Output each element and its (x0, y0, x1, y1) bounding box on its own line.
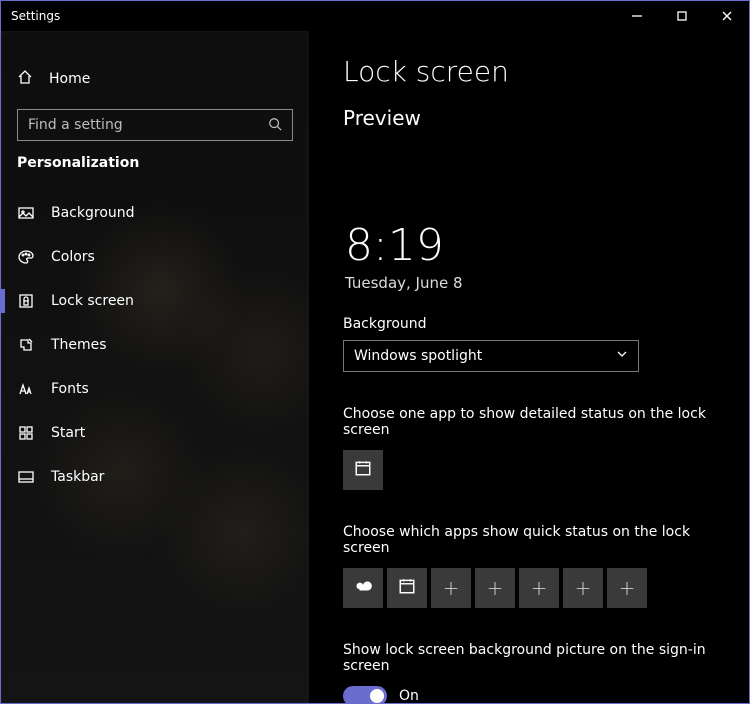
sidebar-item-label: Fonts (51, 381, 89, 397)
sidebar-item-fonts[interactable]: Fonts (1, 367, 309, 411)
sidebar-item-label: Themes (51, 337, 107, 353)
search-input[interactable] (17, 109, 293, 141)
sidebar-item-label: Colors (51, 249, 95, 265)
category-label: Personalization (1, 155, 309, 171)
sidebar-item-colors[interactable]: Colors (1, 235, 309, 279)
themes-icon (17, 337, 35, 353)
page-title: Lock screen (343, 55, 715, 88)
calendar-icon (398, 577, 416, 599)
background-label: Background (343, 316, 715, 332)
sidebar-item-label: Start (51, 425, 85, 441)
sidebar-item-start[interactable]: Start (1, 411, 309, 455)
background-select[interactable]: Windows spotlight (343, 340, 639, 372)
home-icon (17, 69, 33, 89)
plus-icon: + (531, 576, 548, 600)
quick-status-add-slot[interactable]: + (431, 568, 471, 608)
toggle-knob (370, 689, 384, 703)
search-icon (268, 116, 282, 135)
fonts-icon (17, 381, 35, 397)
palette-icon (17, 249, 35, 265)
picture-icon (17, 205, 35, 221)
plus-icon: + (443, 576, 460, 600)
sidebar: Home Personalization (1, 31, 309, 703)
signin-picture-label: Show lock screen background picture on t… (343, 642, 715, 674)
quick-status-add-slot[interactable]: + (519, 568, 559, 608)
sidebar-item-taskbar[interactable]: Taskbar (1, 455, 309, 499)
quick-status-add-slot[interactable]: + (563, 568, 603, 608)
sidebar-item-background[interactable]: Background (1, 191, 309, 235)
background-select-value: Windows spotlight (354, 348, 482, 364)
calendar-icon (354, 459, 372, 481)
plus-icon: + (575, 576, 592, 600)
titlebar: Settings (1, 1, 749, 31)
preview-date: Tuesday, June 8 (345, 274, 715, 292)
close-button[interactable] (704, 1, 749, 31)
quick-status-add-slot[interactable]: + (607, 568, 647, 608)
window-title: Settings (1, 9, 614, 23)
sidebar-item-label: Background (51, 205, 135, 221)
detailed-status-label: Choose one app to show detailed status o… (343, 406, 715, 438)
quick-status-app-calendar[interactable] (387, 568, 427, 608)
quick-status-app-weather[interactable] (343, 568, 383, 608)
window-controls (614, 1, 749, 31)
signin-picture-state: On (399, 688, 419, 703)
plus-icon: + (487, 576, 504, 600)
preview-time: 8:19 (345, 224, 715, 268)
detailed-status-app-button[interactable] (343, 450, 383, 490)
weather-icon (354, 577, 372, 599)
sidebar-item-label: Taskbar (51, 469, 104, 485)
home-label: Home (49, 71, 90, 87)
quick-status-label: Choose which apps show quick status on t… (343, 524, 715, 556)
lock-screen-icon (17, 293, 35, 309)
sidebar-item-label: Lock screen (51, 293, 134, 309)
start-icon (17, 425, 35, 441)
quick-status-add-slot[interactable]: + (475, 568, 515, 608)
home-button[interactable]: Home (1, 61, 309, 97)
taskbar-icon (17, 469, 35, 485)
chevron-down-icon (616, 348, 628, 364)
sidebar-item-themes[interactable]: Themes (1, 323, 309, 367)
search-field[interactable] (28, 117, 268, 133)
signin-picture-toggle[interactable] (343, 686, 387, 703)
plus-icon: + (619, 576, 636, 600)
preview-heading: Preview (343, 106, 715, 130)
minimize-button[interactable] (614, 1, 659, 31)
maximize-button[interactable] (659, 1, 704, 31)
content-area: Lock screen Preview 8:19 Tuesday, June 8… (309, 31, 749, 703)
sidebar-item-lock-screen[interactable]: Lock screen (1, 279, 309, 323)
lock-screen-preview: 8:19 Tuesday, June 8 (343, 142, 715, 292)
